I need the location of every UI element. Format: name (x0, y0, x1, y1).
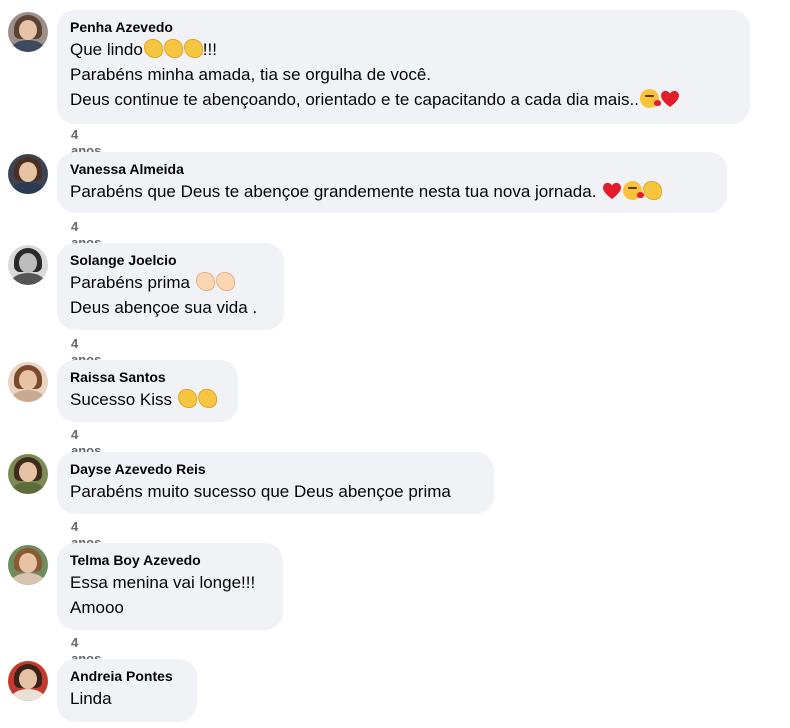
comment-text: Parabéns muito sucesso que Deus abençoe … (70, 482, 451, 501)
comment-author[interactable]: Solange Joelcio (70, 251, 271, 269)
avatar[interactable] (8, 454, 48, 494)
clapping-hands-emoji-icon (195, 272, 215, 291)
clapping-hands-emoji-icon (143, 39, 163, 58)
clapping-hands-emoji-icon (163, 39, 183, 58)
comment-text: Parabéns minha amada, tia se orgulha de … (70, 65, 432, 84)
comment-author[interactable]: Raissa Santos (70, 368, 225, 386)
comment-author[interactable]: Andreia Pontes (70, 667, 184, 685)
comment-bubble: Raissa Santos Sucesso Kiss (57, 360, 238, 422)
comment-text: Parabéns que Deus te abençoe grandemente… (70, 179, 714, 204)
comment-text: Parabéns prima (70, 270, 271, 295)
comment-author[interactable]: Vanessa Almeida (70, 160, 714, 178)
comment-bubble: Penha Azevedo Que lindo!!! Parabéns minh… (57, 10, 750, 124)
avatar[interactable] (8, 362, 48, 402)
avatar[interactable] (8, 154, 48, 194)
face-blowing-kiss-emoji-icon (623, 181, 645, 200)
clapping-hands-emoji-icon (215, 272, 235, 291)
avatar[interactable] (8, 545, 48, 585)
comment-text: Amooo (70, 598, 124, 617)
avatar[interactable] (8, 661, 48, 701)
comment-text: Que lindo!!! (70, 39, 217, 59)
clapping-hands-emoji-icon (643, 181, 663, 200)
comment-bubble: Dayse Azevedo Reis Parabéns muito sucess… (57, 452, 494, 514)
comment-bubble: Solange Joelcio Parabéns prima Deus aben… (57, 243, 284, 330)
comment-author[interactable]: Telma Boy Azevedo (70, 551, 270, 569)
comment-bubble: Vanessa Almeida Parabéns que Deus te abe… (57, 152, 727, 213)
comment-text: Deus abençoe sua vida . (70, 298, 258, 317)
comment-text: Linda (70, 689, 112, 708)
comment-text: Sucesso Kiss (70, 387, 225, 412)
comment-bubble: Telma Boy Azevedo Essa menina vai longe!… (57, 543, 283, 630)
face-blowing-kiss-emoji-icon (639, 89, 661, 108)
comment-text: Essa menina vai longe!!! (70, 573, 256, 592)
red-heart-emoji-icon (602, 181, 622, 200)
comment-author[interactable]: Dayse Azevedo Reis (70, 460, 481, 478)
clapping-hands-emoji-icon (197, 389, 217, 408)
avatar[interactable] (8, 245, 48, 285)
comment-bubble: Andreia Pontes Linda (57, 659, 197, 722)
red-heart-emoji-icon (660, 89, 680, 108)
avatar[interactable] (8, 12, 48, 52)
comment-author[interactable]: Penha Azevedo (70, 18, 737, 36)
clapping-hands-emoji-icon (183, 39, 203, 58)
clapping-hands-emoji-icon (177, 389, 197, 408)
comment-text: Deus continue te abençoando, orientado e… (70, 87, 737, 112)
